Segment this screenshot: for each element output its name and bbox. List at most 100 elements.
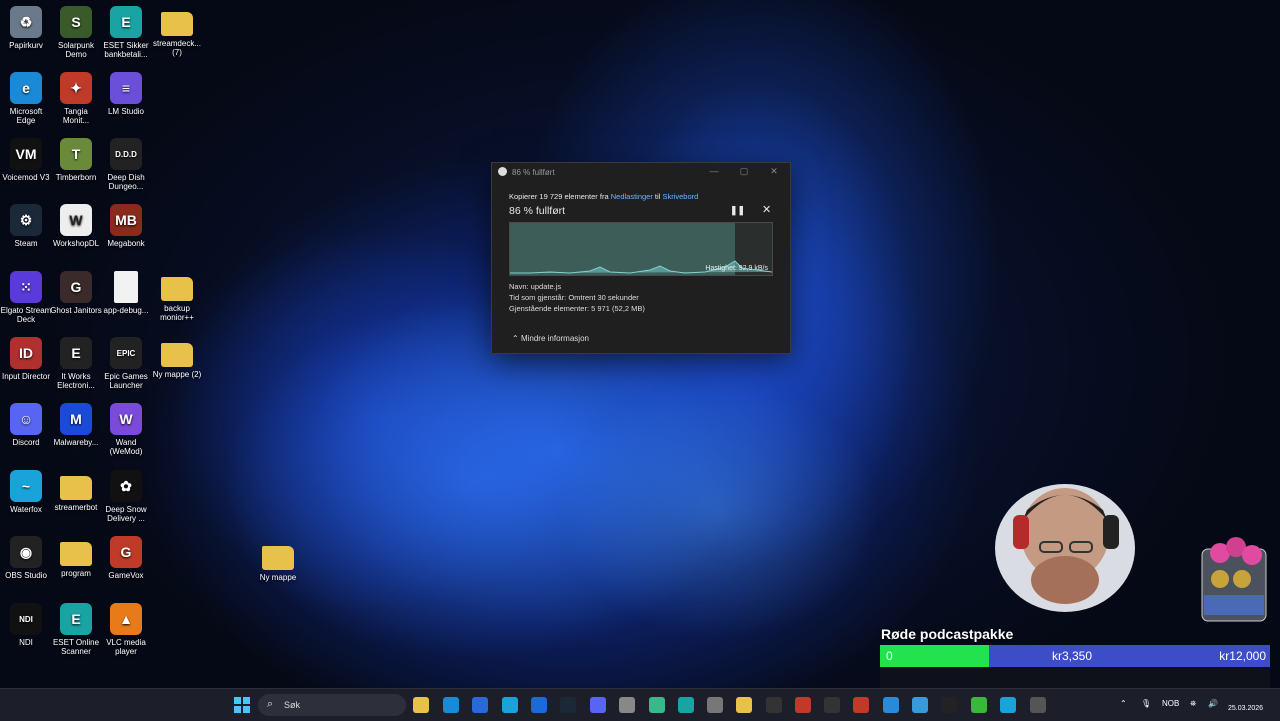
desktop-icon-label: backup monior++ <box>160 304 194 322</box>
folder-icon <box>60 542 92 566</box>
file-name: Navn: update.js <box>509 282 562 291</box>
source-link[interactable]: Nedlastinger <box>611 192 653 201</box>
webcam-overlay <box>985 470 1145 615</box>
outlook-icon[interactable] <box>531 697 547 713</box>
desktop-icon-label: streamdeck... (7) <box>152 39 201 57</box>
desktop-icon-steam[interactable]: ⚙ Steam <box>0 204 52 248</box>
file-explorer-icon[interactable] <box>413 697 429 713</box>
desktop-icon-epic-games-launcher[interactable]: EPIC Epic Games Launcher <box>100 337 152 390</box>
desktop-icon-solarpunk-demo[interactable]: S Solarpunk Demo <box>50 6 102 59</box>
chevron-up-icon: ⌃ <box>512 334 519 343</box>
desktop-icon-timberborn[interactable]: T Timberborn <box>50 138 102 182</box>
desktop-icon-label: Ny mappe (2) <box>152 370 202 379</box>
show-hidden-icons[interactable]: ⌃ <box>1120 699 1127 708</box>
store-icon[interactable] <box>472 697 488 713</box>
desktop-icon-workshopdl[interactable]: W WorkshopDL <box>50 204 102 248</box>
desktop-icon-tangia-monit[interactable]: ✦ Tangia Monit... <box>50 72 102 125</box>
windows-logo-icon <box>234 697 250 713</box>
desktop-icon-label: Waterfox <box>10 505 42 514</box>
desktop-icon-label: Malwareby... <box>53 438 99 447</box>
desktop-icon-ny-mappe-2[interactable]: Ny mappe (2) <box>151 337 203 379</box>
desktop-icon-it-works-electroni[interactable]: E It Works Electroni... <box>50 337 102 390</box>
cmd-icon[interactable] <box>941 697 957 713</box>
dialog-title: 86 % fullført <box>512 168 555 177</box>
desktop-icon-ndi[interactable]: NDI NDI <box>0 603 52 647</box>
nvidia-icon[interactable] <box>971 697 987 713</box>
start-button[interactable] <box>234 697 250 713</box>
less-info-toggle[interactable]: ⌃ Mindre informasjon <box>512 334 589 343</box>
taskbar-date[interactable]: 25.03.2026 <box>1228 705 1263 712</box>
sticky-notes-icon[interactable] <box>736 697 752 713</box>
eset-icon[interactable] <box>678 697 694 713</box>
desktop-icon-discord[interactable]: ☺ Discord <box>0 403 52 447</box>
taskbar-search[interactable]: ⌕ Søk <box>258 694 406 716</box>
eset-scanner-icon: E <box>60 603 92 635</box>
desktop-icon-streamdeck-7[interactable]: streamdeck... (7) <box>151 6 203 57</box>
obs-icon: ◉ <box>10 536 42 568</box>
desktop-icon-label: Voicemod V3 <box>2 173 50 182</box>
desktop-icon-program[interactable]: program <box>50 536 102 578</box>
pause-button[interactable]: ❚❚ <box>730 205 745 216</box>
desktop-icon-megabonk[interactable]: MB Megabonk <box>100 204 152 248</box>
deep-dish-icon: D.D.D <box>110 138 142 170</box>
desktop-icon-deep-dish-dungeo[interactable]: D.D.D Deep Dish Dungeo... <box>100 138 152 191</box>
cancel-copy-button[interactable]: ✕ <box>762 203 771 216</box>
taskbar-app-icon[interactable] <box>883 697 899 713</box>
desktop-icon-ghost-janitors[interactable]: G Ghost Janitors <box>50 271 102 315</box>
language-indicator[interactable]: NOB <box>1162 699 1179 708</box>
remote-icon[interactable] <box>853 697 869 713</box>
desktop-icon-malwareby[interactable]: M Malwareby... <box>50 403 102 447</box>
discord-icon[interactable] <box>590 697 606 713</box>
decorative-jar-overlay <box>1200 535 1268 623</box>
desktop-icon-microsoft-edge[interactable]: e Microsoft Edge <box>0 72 52 125</box>
desktop-icon-label: Megabonk <box>107 239 145 248</box>
desktop-icon-app-debug[interactable]: app-debug... <box>100 271 152 315</box>
desktop-icon-papirkurv[interactable]: ♻ Papirkurv <box>0 6 52 50</box>
window-close-button[interactable]: ✕ <box>767 166 781 177</box>
desktop-icon-voicemod-v3[interactable]: VM Voicemod V3 <box>0 138 52 182</box>
desktop-icon-elgato-stream-deck[interactable]: ⁙ Elgato Stream Deck <box>0 271 52 324</box>
desktop-icon-eset-sikker-bankbetali[interactable]: E ESET Sikker bankbetali... <box>100 6 152 59</box>
steam-icon[interactable] <box>560 697 576 713</box>
desktop-icon-eset-online-scanner[interactable]: E ESET Online Scanner <box>50 603 102 656</box>
waterfox-icon[interactable] <box>502 697 518 713</box>
edge-icon: e <box>10 72 42 104</box>
desktop-icon-ny-mappe[interactable]: Ny mappe <box>252 540 304 582</box>
desktop-icon-label: Deep Snow Delivery ... <box>105 505 147 523</box>
desktop-icon-gamevox[interactable]: G GameVox <box>100 536 152 580</box>
file-icon <box>114 271 138 303</box>
desktop-icon-streamerbot[interactable]: streamerbot <box>50 470 102 512</box>
volume-icon[interactable]: 🔊 <box>1208 699 1218 708</box>
edge-icon[interactable] <box>443 697 459 713</box>
gear-icon[interactable] <box>1030 697 1046 713</box>
snipping-icon[interactable] <box>912 697 928 713</box>
desktop-icon-deep-snow-delivery[interactable]: ✿ Deep Snow Delivery ... <box>100 470 152 523</box>
network-icon[interactable]: ⛯ <box>1190 699 1196 709</box>
desktop-icon-wand-wemod[interactable]: W Wand (WeMod) <box>100 403 152 456</box>
waterfox-icon[interactable] <box>1000 697 1016 713</box>
gamevox-icon: G <box>110 536 142 568</box>
minimize-button[interactable]: — <box>707 166 721 176</box>
desktop-icon-backup-monior[interactable]: backup monior++ <box>151 271 203 322</box>
percent-complete: 86 % fullført <box>509 205 566 217</box>
desktop-icon-waterfox[interactable]: ~ Waterfox <box>0 470 52 514</box>
desktop-icon-obs-studio[interactable]: ◉ OBS Studio <box>0 536 52 580</box>
desktop-icon-input-director[interactable]: ID Input Director <box>0 337 52 381</box>
donation-progress-fill <box>880 645 990 667</box>
settings-icon[interactable] <box>707 697 723 713</box>
notepad-icon[interactable] <box>649 697 665 713</box>
desktop-icon-lm-studio[interactable]: ≡ LM Studio <box>100 72 152 116</box>
discord-icon: ☺ <box>10 403 42 435</box>
app-icon[interactable] <box>619 697 635 713</box>
obs-icon[interactable] <box>824 697 840 713</box>
desktop-icon-vlc-media-player[interactable]: ▲ VLC media player <box>100 603 152 656</box>
destination-link[interactable]: Skrivebord <box>662 192 698 201</box>
timberborn-icon: T <box>60 138 92 170</box>
terminal-icon[interactable] <box>766 697 782 713</box>
transfer-speed-graph: Hastighet: 92,9 kB/s <box>509 222 773 276</box>
microphone-icon[interactable]: 🎙 <box>1141 699 1151 708</box>
desktop-icon-label: VLC media player <box>106 638 146 656</box>
folder-icon <box>161 277 193 301</box>
maximize-button[interactable]: ▢ <box>737 166 751 177</box>
paint-icon[interactable] <box>795 697 811 713</box>
